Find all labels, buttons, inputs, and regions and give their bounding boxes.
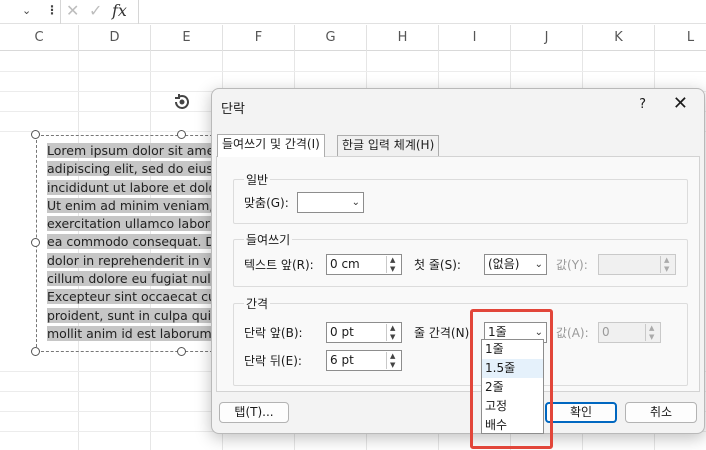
at-value: 0 <box>602 325 610 339</box>
tab-indents-and-spacing[interactable]: 들여쓰기 및 간격(I) <box>217 134 325 157</box>
group-label: 일반 <box>244 171 271 188</box>
ok-button[interactable]: 확인 <box>545 402 617 423</box>
text-line: exercitation ullamco laboris <box>47 216 219 232</box>
spinner[interactable]: ▲ ▼ <box>645 324 659 341</box>
resize-handle[interactable] <box>177 130 186 139</box>
group-label: 간격 <box>244 295 271 312</box>
column-header-l[interactable]: L <box>655 25 706 51</box>
name-box-dropdown-icon[interactable]: ⌄ <box>22 4 31 17</box>
column-header-e[interactable]: E <box>151 25 223 51</box>
chevron-down-icon: ⌄ <box>351 197 360 208</box>
by-label: 값(Y): <box>556 258 588 272</box>
chevron-down-icon: ⌄ <box>534 259 543 270</box>
resize-handle[interactable] <box>31 347 40 356</box>
first-line-select[interactable]: (없음) ⌄ <box>484 254 547 275</box>
alignment-select[interactable]: ⌄ <box>297 192 364 213</box>
column-header-j[interactable]: J <box>511 25 583 51</box>
insert-function-icon[interactable]: fx <box>112 1 127 20</box>
spinner[interactable]: ▲ ▼ <box>386 256 400 273</box>
text-line: dolor in reprehenderit in vo <box>47 252 219 268</box>
paragraph-dialog: 단락 ? ✕ 들여쓰기 및 간격(I) 한글 입력 체계(H) 일반 맞춤(G)… <box>211 88 705 434</box>
by-input[interactable]: ▲ ▼ <box>598 254 676 275</box>
formula-input[interactable] <box>138 0 706 24</box>
spinner[interactable]: ▲ ▼ <box>386 324 400 341</box>
text-line: Excepteur sint occaecat cup <box>47 289 219 305</box>
line-spacing-label: 줄 간격(N) <box>414 326 470 340</box>
tab-panel: 일반 맞춤(G): ⌄ 들여쓰기 텍스트 앞(R): 0 cm ▲ ▼ 첫 줄(S… <box>216 156 700 392</box>
general-group: 일반 맞춤(G): ⌄ <box>233 171 688 224</box>
column-header-c[interactable]: C <box>0 25 79 51</box>
dialog-title: 단락 <box>221 102 245 117</box>
before-text-input[interactable]: 0 cm ▲ ▼ <box>326 254 402 275</box>
at-input[interactable]: 0 ▲ ▼ <box>598 322 661 343</box>
highlight-box <box>470 309 553 449</box>
spacing-before-label: 단락 앞(B): <box>244 326 303 340</box>
tabs-button[interactable]: 탭(T)... <box>219 402 289 423</box>
text-line: mollit anim id est laborum. <box>47 325 216 341</box>
column-header-h[interactable]: H <box>367 25 439 51</box>
column-header-d[interactable]: D <box>79 25 151 51</box>
column-headers: C D E F G H I J K L <box>0 25 706 51</box>
first-line-label: 첫 줄(S): <box>414 258 461 272</box>
resize-handle[interactable] <box>31 238 40 247</box>
spacing-group: 간격 단락 앞(B): 0 pt ▲ ▼ 줄 간격(N) 1줄 ⌄ 값(A): 0… <box>233 295 688 386</box>
column-header-f[interactable]: F <box>223 25 295 51</box>
alignment-label: 맞춤(G): <box>244 196 289 210</box>
spacing-after-value: 6 pt <box>330 353 354 367</box>
spinner[interactable]: ▲ ▼ <box>386 352 400 369</box>
text-line: incididunt ut labore et dolo <box>47 179 217 195</box>
formula-bar: ⌄ ⋮ ✕ ✓ fx <box>0 0 706 24</box>
formula-bar-divider <box>60 0 61 24</box>
text-line: Ut enim ad minim veniam, q <box>47 197 219 213</box>
text-line: Lorem ipsum dolor sit amet <box>47 143 219 158</box>
text-line: cillum dolore eu fugiat nulla <box>47 271 219 287</box>
first-line-value: (없음) <box>488 257 520 271</box>
enter-icon[interactable]: ✓ <box>89 1 102 20</box>
spacing-after-input[interactable]: 6 pt ▲ ▼ <box>326 350 402 371</box>
spacing-before-input[interactable]: 0 pt ▲ ▼ <box>326 322 402 343</box>
text-line: adipiscing elit, sed do eiusm <box>47 161 219 177</box>
close-icon[interactable]: ✕ <box>673 93 688 114</box>
more-options-icon[interactable]: ⋮ <box>46 3 58 17</box>
indentation-group: 들여쓰기 텍스트 앞(R): 0 cm ▲ ▼ 첫 줄(S): (없음) ⌄ 값(… <box>233 231 688 287</box>
before-text-value: 0 cm <box>330 257 360 271</box>
before-text-label: 텍스트 앞(R): <box>244 258 314 272</box>
spacing-before-value: 0 pt <box>330 325 354 339</box>
at-label: 값(A): <box>556 326 589 340</box>
text-box-content[interactable]: Lorem ipsum dolor sit amet adipiscing el… <box>47 142 219 343</box>
group-label: 들여쓰기 <box>244 231 293 248</box>
help-button[interactable]: ? <box>639 97 646 112</box>
spacing-after-label: 단락 뒤(E): <box>244 354 302 368</box>
resize-handle[interactable] <box>31 130 40 139</box>
text-box[interactable]: Lorem ipsum dolor sit amet adipiscing el… <box>36 135 219 352</box>
tab-asian-typography[interactable]: 한글 입력 체계(H) <box>337 135 440 156</box>
grid-line <box>0 71 706 72</box>
column-header-k[interactable]: K <box>583 25 655 51</box>
spinner[interactable]: ▲ ▼ <box>660 256 674 273</box>
text-line: proident, sunt in culpa qui o <box>47 307 219 323</box>
cancel-button[interactable]: 취소 <box>625 402 697 423</box>
column-header-i[interactable]: I <box>439 25 511 51</box>
rotate-handle-icon[interactable] <box>170 90 194 114</box>
resize-handle[interactable] <box>177 347 186 356</box>
column-header-g[interactable]: G <box>295 25 367 51</box>
text-line: ea commodo consequat. Du <box>47 234 219 250</box>
cancel-icon[interactable]: ✕ <box>66 1 79 20</box>
